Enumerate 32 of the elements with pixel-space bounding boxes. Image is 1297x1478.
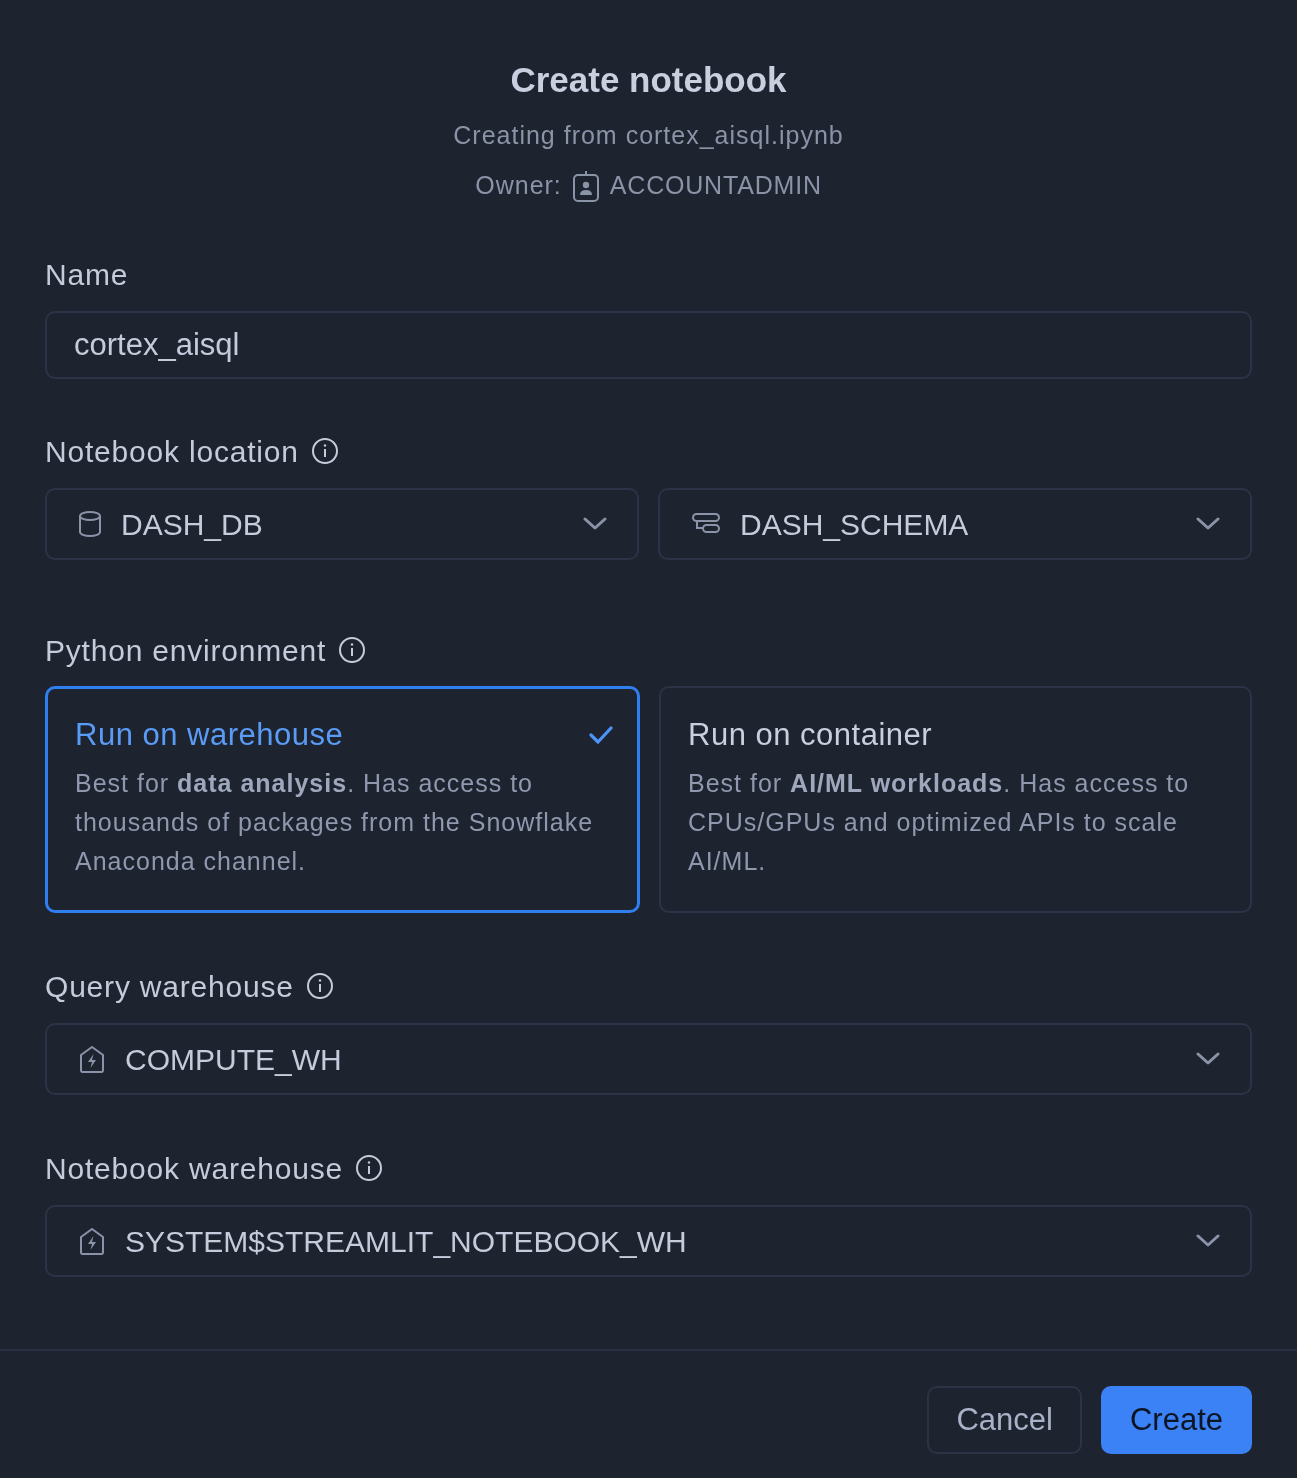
chevron-down-icon [583, 517, 607, 531]
dropdown-select[interactable]: COMPUTE_WH [45, 1023, 1252, 1095]
hierarchy-icon [692, 513, 720, 535]
owner-label: Owner: [475, 170, 562, 202]
dialog-subtitle: Creating from cortex_aisql.ipynb [453, 120, 844, 151]
cancel-button[interactable]: Cancel [927, 1386, 1082, 1454]
card-description: Best for AI/ML workloads. Has access to CPUs/GPUs and optimized APIs to scale AI/ML. [688, 768, 1191, 877]
card-description: Best for data analysis. Has access to thousands of packages from the Snowflake Anaconda channel. [75, 768, 595, 877]
house-bolt-icon [79, 1227, 105, 1255]
dropdown-select[interactable]: DASH_DB [45, 488, 639, 560]
field-label: Notebook location [45, 433, 299, 470]
dropdown-select[interactable]: SYSTEM$STREAMLIT_NOTEBOOK_WH [45, 1205, 1252, 1277]
house-bolt-icon [79, 1045, 105, 1073]
field-label: Python environment [45, 632, 327, 669]
option-card[interactable]: Run on warehouse Best for data analysis. Has access to thousands of packages from the Snowflake Anaconda channel. [45, 686, 640, 913]
field-label: Notebook warehouse [45, 1150, 343, 1187]
chevron-down-icon [1196, 1052, 1220, 1066]
database-icon [79, 511, 101, 537]
id-badge-icon [572, 170, 599, 202]
owner-name: ACCOUNTADMIN [609, 170, 822, 202]
dropdown-select[interactable]: DASH_SCHEMA [658, 488, 1252, 560]
field-label: Name [45, 256, 129, 293]
create-button[interactable]: Create [1100, 1386, 1252, 1454]
option-card[interactable]: Run on container Best for AI/ML workloads. Has access to CPUs/GPUs and optimized APIs to scale AI/ML. [659, 686, 1252, 913]
check-icon [589, 726, 613, 744]
chevron-down-icon [1196, 1234, 1220, 1248]
chevron-down-icon [1196, 517, 1220, 531]
name-input[interactable]: cortex_aisql [45, 311, 1252, 379]
dialog-title: Create notebook [510, 60, 787, 100]
field-label: Query warehouse [45, 968, 294, 1005]
card-title: Run on warehouse [75, 715, 344, 754]
card-title: Run on container [688, 715, 933, 754]
